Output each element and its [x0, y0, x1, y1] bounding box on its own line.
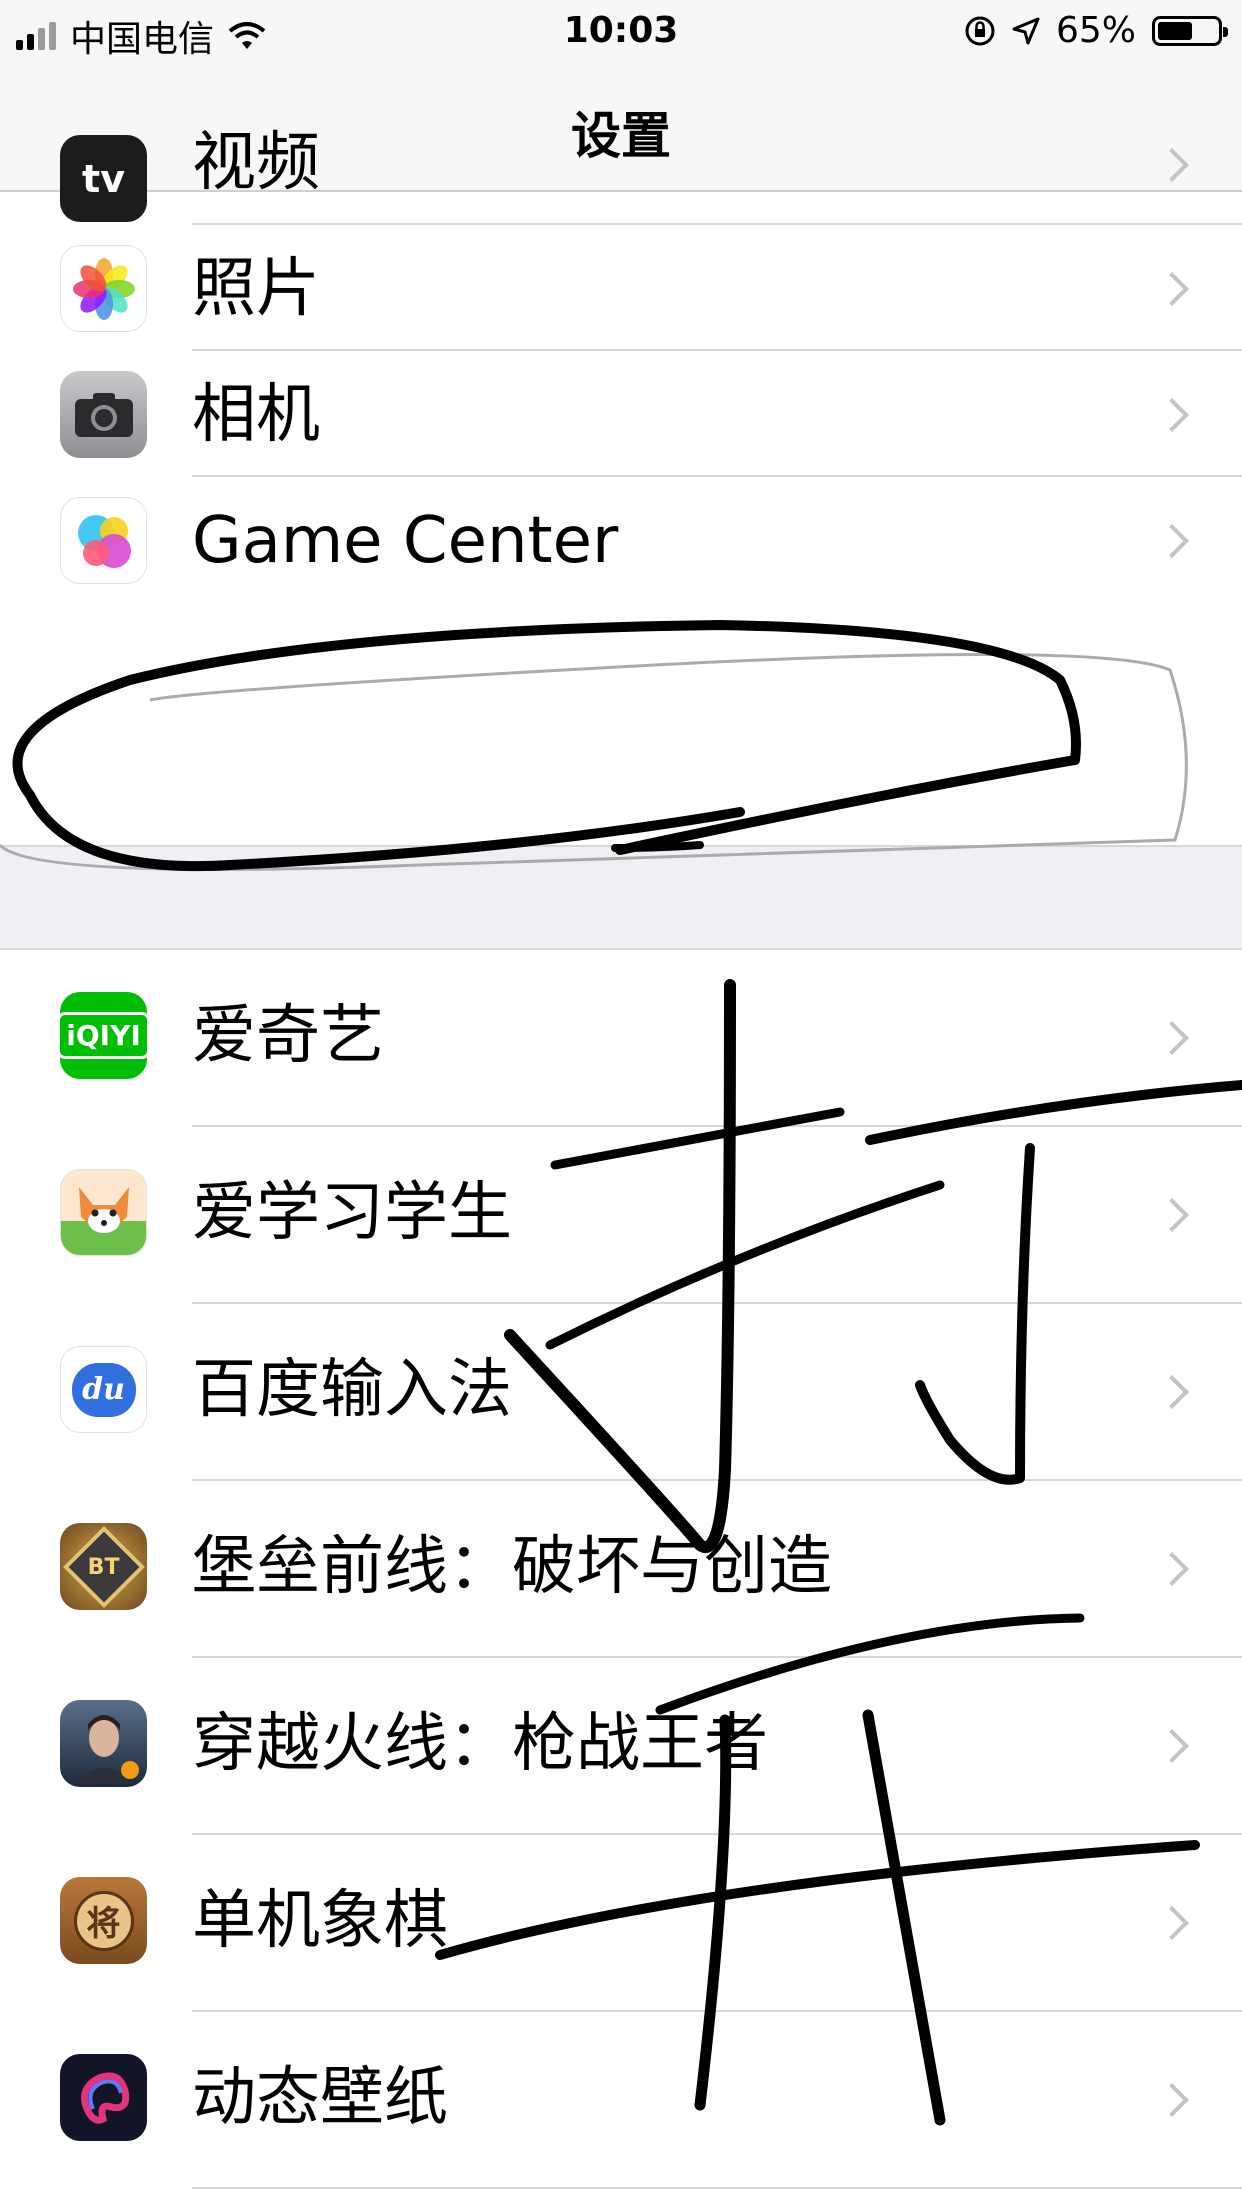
settings-row-tv[interactable]: tv 视频: [0, 126, 1242, 225]
chevron-right-icon: [1155, 2083, 1189, 2117]
settings-row-label: 穿越火线：枪战王者: [192, 1707, 768, 1781]
chevron-right-icon: [1155, 398, 1189, 432]
settings-row-iqiyi[interactable]: iQIYI 爱奇艺: [0, 950, 1242, 1127]
settings-row-camera[interactable]: 相机: [0, 351, 1242, 477]
faint-circle-stroke: [0, 653, 1188, 871]
chess-icon: 将: [60, 1877, 147, 1964]
row-separator: [192, 2187, 1242, 2189]
chevron-right-icon: [1155, 1375, 1189, 1409]
settings-row-photos[interactable]: 照片: [0, 225, 1242, 351]
chevron-right-icon: [1155, 524, 1189, 558]
settings-row-chess[interactable]: 将 单机象棋: [0, 1835, 1242, 2012]
settings-group-system-apps: tv 视频 照片 相机 Game Center: [0, 126, 1242, 603]
baidu-input-icon: du: [60, 1346, 147, 1433]
settings-row-label: Game Center: [192, 504, 619, 578]
baidu-icon-text: du: [82, 1372, 125, 1407]
settings-row-baidu-input[interactable]: du 百度输入法: [0, 1304, 1242, 1481]
settings-row-crossfire[interactable]: 穿越火线：枪战王者: [0, 1658, 1242, 1835]
settings-row-label: 动态壁纸: [192, 2061, 448, 2135]
chess-piece: 将: [73, 1890, 134, 1951]
chevron-right-icon: [1155, 1729, 1189, 1763]
rotation-lock-icon: [965, 16, 995, 45]
chevron-right-icon: [1155, 1552, 1189, 1586]
chevron-right-icon: [1155, 1906, 1189, 1940]
fox-app-icon: [60, 1169, 147, 1256]
bt-badge: BT: [62, 1525, 145, 1608]
settings-row-label: 爱学习学生: [192, 1176, 512, 1250]
settings-row-label: 相机: [192, 378, 320, 452]
settings-group-third-party-apps: iQIYI 爱奇艺 爱学习学生 du 百度输入法 BT 堡垒前线：破坏与创造 穿…: [0, 950, 1242, 2189]
baidu-bear-face: du: [71, 1362, 136, 1417]
game-center-icon: [60, 497, 147, 584]
settings-row-fox-app[interactable]: 爱学习学生: [0, 1127, 1242, 1304]
settings-row-label: 单机象棋: [192, 1884, 448, 1958]
photos-icon: [60, 245, 147, 332]
status-right: 65%: [964, 10, 1228, 51]
settings-row-label: 爱奇艺: [192, 999, 384, 1073]
battery-icon: [1152, 15, 1228, 46]
location-arrow-icon: [1012, 17, 1040, 44]
settings-row-label: 视频: [192, 126, 320, 200]
settings-row-label: 百度输入法: [192, 1353, 512, 1427]
chevron-right-icon: [1155, 148, 1189, 182]
bt-icon-text: BT: [87, 1554, 120, 1579]
settings-row-label: 照片: [192, 252, 320, 326]
battery-percent: 65%: [1055, 10, 1136, 51]
chevron-right-icon: [1155, 272, 1189, 306]
chess-icon-text: 将: [86, 1904, 121, 1944]
bt-game-icon: BT: [60, 1523, 147, 1610]
chevron-right-icon: [1155, 1198, 1189, 1232]
camera-icon: [60, 371, 147, 458]
status-bar: 中国电信 10:03 65%: [0, 0, 1242, 64]
iqiyi-icon-text: iQIYI: [60, 1012, 147, 1059]
section-gap: [0, 845, 1242, 950]
settings-row-live-wallpaper[interactable]: 动态壁纸: [0, 2012, 1242, 2189]
chevron-right-icon: [1155, 1021, 1189, 1055]
settings-row-bt-game[interactable]: BT 堡垒前线：破坏与创造: [0, 1481, 1242, 1658]
live-wallpaper-icon: [60, 2054, 147, 2141]
battery-fill: [1158, 21, 1192, 40]
crossfire-icon: [60, 1700, 147, 1787]
iqiyi-icon: iQIYI: [60, 992, 147, 1079]
settings-row-label: 堡垒前线：破坏与创造: [192, 1530, 832, 1604]
apple-tv-icon-text: tv: [82, 156, 125, 201]
settings-row-game-center[interactable]: Game Center: [0, 477, 1242, 603]
apple-tv-icon: tv: [60, 135, 147, 222]
